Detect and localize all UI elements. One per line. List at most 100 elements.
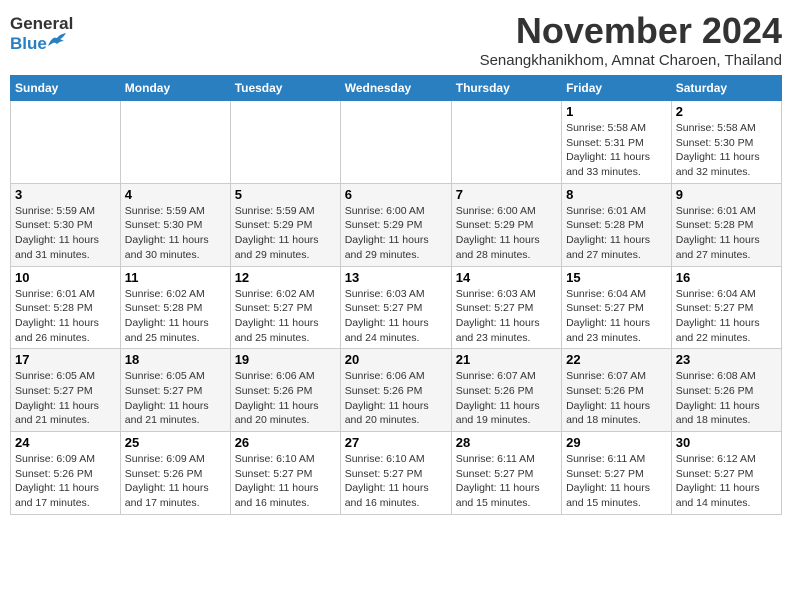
title-block: November 2024 Senangkhanikhom, Amnat Cha… <box>480 10 782 69</box>
calendar-cell <box>230 101 340 184</box>
day-number: 29 <box>566 435 667 450</box>
weekday-header-saturday: Saturday <box>671 76 781 101</box>
calendar-cell: 10 Sunrise: 6:01 AMSunset: 5:28 PMDayligh… <box>11 266 121 349</box>
day-info: Sunrise: 6:10 AMSunset: 5:27 PMDaylight:… <box>235 452 336 511</box>
calendar-cell: 22Sunrise: 6:07 AMSunset: 5:26 PMDayligh… <box>562 349 672 432</box>
day-info: Sunrise: 6:00 AMSunset: 5:29 PMDaylight:… <box>456 204 557 263</box>
day-number: 4 <box>125 187 226 202</box>
weekday-header-sunday: Sunday <box>11 76 121 101</box>
calendar-cell: 25 Sunrise: 6:09 AMSunset: 5:26 PMDayligh… <box>120 432 230 515</box>
calendar-table: SundayMondayTuesdayWednesdayThursdayFrid… <box>10 75 782 515</box>
calendar-cell <box>340 101 451 184</box>
logo: General Blue <box>10 14 62 52</box>
calendar-week-row: 24 Sunrise: 6:09 AMSunset: 5:26 PMDayligh… <box>11 432 782 515</box>
day-info: Sunrise: 6:05 AMSunset: 5:27 PMDaylight:… <box>15 369 116 428</box>
day-info: Sunrise: 6:10 AMSunset: 5:27 PMDaylight:… <box>345 452 447 511</box>
day-number: 2 <box>676 104 777 119</box>
weekday-header-monday: Monday <box>120 76 230 101</box>
calendar-cell: 18 Sunrise: 6:05 AMSunset: 5:27 PMDayligh… <box>120 349 230 432</box>
day-info: Sunrise: 5:58 AMSunset: 5:30 PMDaylight:… <box>676 121 777 180</box>
day-number: 16 <box>676 270 777 285</box>
calendar-cell: 13 Sunrise: 6:03 AMSunset: 5:27 PMDayligh… <box>340 266 451 349</box>
day-number: 27 <box>345 435 447 450</box>
day-number: 6 <box>345 187 447 202</box>
day-number: 18 <box>125 352 226 367</box>
day-info: Sunrise: 5:59 AMSunset: 5:30 PMDaylight:… <box>125 204 226 263</box>
calendar-cell: 24 Sunrise: 6:09 AMSunset: 5:26 PMDayligh… <box>11 432 121 515</box>
day-info: Sunrise: 6:11 AMSunset: 5:27 PMDaylight:… <box>456 452 557 511</box>
day-info: Sunrise: 5:59 AMSunset: 5:30 PMDaylight:… <box>15 204 116 263</box>
weekday-header-wednesday: Wednesday <box>340 76 451 101</box>
calendar-cell: 19 Sunrise: 6:06 AMSunset: 5:26 PMDayligh… <box>230 349 340 432</box>
calendar-cell <box>451 101 561 184</box>
calendar-week-row: 10 Sunrise: 6:01 AMSunset: 5:28 PMDayligh… <box>11 266 782 349</box>
logo-bird-icon <box>46 32 68 48</box>
day-info: Sunrise: 6:02 AMSunset: 5:27 PMDaylight:… <box>235 287 336 346</box>
day-number: 7 <box>456 187 557 202</box>
logo-general: General <box>10 14 73 34</box>
calendar-cell: 21Sunrise: 6:07 AMSunset: 5:26 PMDayligh… <box>451 349 561 432</box>
day-info: Sunrise: 6:06 AMSunset: 5:26 PMDaylight:… <box>345 369 447 428</box>
calendar-cell: 15 Sunrise: 6:04 AMSunset: 5:27 PMDayligh… <box>562 266 672 349</box>
day-number: 13 <box>345 270 447 285</box>
day-number: 10 <box>15 270 116 285</box>
calendar-cell: 7 Sunrise: 6:00 AMSunset: 5:29 PMDaylight… <box>451 183 561 266</box>
day-info: Sunrise: 6:12 AMSunset: 5:27 PMDaylight:… <box>676 452 777 511</box>
day-info: Sunrise: 6:06 AMSunset: 5:26 PMDaylight:… <box>235 369 336 428</box>
calendar-cell: 8Sunrise: 6:01 AMSunset: 5:28 PMDaylight… <box>562 183 672 266</box>
logo-blue: Blue <box>10 34 47 54</box>
day-number: 19 <box>235 352 336 367</box>
calendar-cell: 3 Sunrise: 5:59 AMSunset: 5:30 PMDaylight… <box>11 183 121 266</box>
day-number: 23 <box>676 352 777 367</box>
day-info: Sunrise: 6:04 AMSunset: 5:27 PMDaylight:… <box>566 287 667 346</box>
location-subtitle: Senangkhanikhom, Amnat Charoen, Thailand <box>480 52 782 69</box>
day-number: 3 <box>15 187 116 202</box>
day-number: 20 <box>345 352 447 367</box>
calendar-cell: 17 Sunrise: 6:05 AMSunset: 5:27 PMDayligh… <box>11 349 121 432</box>
calendar-cell: 28Sunrise: 6:11 AMSunset: 5:27 PMDayligh… <box>451 432 561 515</box>
calendar-body: 1 Sunrise: 5:58 AMSunset: 5:31 PMDaylight… <box>11 101 782 515</box>
calendar-cell: 11Sunrise: 6:02 AMSunset: 5:28 PMDayligh… <box>120 266 230 349</box>
day-number: 15 <box>566 270 667 285</box>
calendar-cell: 9Sunrise: 6:01 AMSunset: 5:28 PMDaylight… <box>671 183 781 266</box>
calendar-week-row: 3 Sunrise: 5:59 AMSunset: 5:30 PMDaylight… <box>11 183 782 266</box>
day-number: 5 <box>235 187 336 202</box>
day-number: 12 <box>235 270 336 285</box>
day-number: 30 <box>676 435 777 450</box>
weekday-header-friday: Friday <box>562 76 672 101</box>
day-number: 24 <box>15 435 116 450</box>
day-info: Sunrise: 6:00 AMSunset: 5:29 PMDaylight:… <box>345 204 447 263</box>
day-number: 1 <box>566 104 667 119</box>
weekday-header-thursday: Thursday <box>451 76 561 101</box>
calendar-cell: 2 Sunrise: 5:58 AMSunset: 5:30 PMDaylight… <box>671 101 781 184</box>
day-info: Sunrise: 6:04 AMSunset: 5:27 PMDaylight:… <box>676 287 777 346</box>
calendar-week-row: 1 Sunrise: 5:58 AMSunset: 5:31 PMDaylight… <box>11 101 782 184</box>
calendar-cell: 30 Sunrise: 6:12 AMSunset: 5:27 PMDayligh… <box>671 432 781 515</box>
calendar-cell: 14 Sunrise: 6:03 AMSunset: 5:27 PMDayligh… <box>451 266 561 349</box>
month-year-title: November 2024 <box>480 10 782 52</box>
calendar-cell <box>11 101 121 184</box>
day-number: 25 <box>125 435 226 450</box>
day-info: Sunrise: 6:03 AMSunset: 5:27 PMDaylight:… <box>345 287 447 346</box>
day-info: Sunrise: 6:03 AMSunset: 5:27 PMDaylight:… <box>456 287 557 346</box>
day-info: Sunrise: 6:09 AMSunset: 5:26 PMDaylight:… <box>15 452 116 511</box>
calendar-cell: 5 Sunrise: 5:59 AMSunset: 5:29 PMDaylight… <box>230 183 340 266</box>
day-info: Sunrise: 6:02 AMSunset: 5:28 PMDaylight:… <box>125 287 226 346</box>
day-number: 14 <box>456 270 557 285</box>
day-info: Sunrise: 6:05 AMSunset: 5:27 PMDaylight:… <box>125 369 226 428</box>
day-info: Sunrise: 5:58 AMSunset: 5:31 PMDaylight:… <box>566 121 667 180</box>
day-number: 22 <box>566 352 667 367</box>
page-header: General Blue November 2024 Senangkhanikh… <box>10 10 782 69</box>
calendar-cell: 26 Sunrise: 6:10 AMSunset: 5:27 PMDayligh… <box>230 432 340 515</box>
day-number: 17 <box>15 352 116 367</box>
day-info: Sunrise: 6:01 AMSunset: 5:28 PMDaylight:… <box>566 204 667 263</box>
day-info: Sunrise: 6:09 AMSunset: 5:26 PMDaylight:… <box>125 452 226 511</box>
calendar-cell: 16 Sunrise: 6:04 AMSunset: 5:27 PMDayligh… <box>671 266 781 349</box>
day-info: Sunrise: 6:01 AMSunset: 5:28 PMDaylight:… <box>15 287 116 346</box>
day-info: Sunrise: 5:59 AMSunset: 5:29 PMDaylight:… <box>235 204 336 263</box>
calendar-cell: 1 Sunrise: 5:58 AMSunset: 5:31 PMDaylight… <box>562 101 672 184</box>
day-number: 26 <box>235 435 336 450</box>
day-info: Sunrise: 6:07 AMSunset: 5:26 PMDaylight:… <box>456 369 557 428</box>
day-info: Sunrise: 6:11 AMSunset: 5:27 PMDaylight:… <box>566 452 667 511</box>
calendar-cell: 29 Sunrise: 6:11 AMSunset: 5:27 PMDayligh… <box>562 432 672 515</box>
